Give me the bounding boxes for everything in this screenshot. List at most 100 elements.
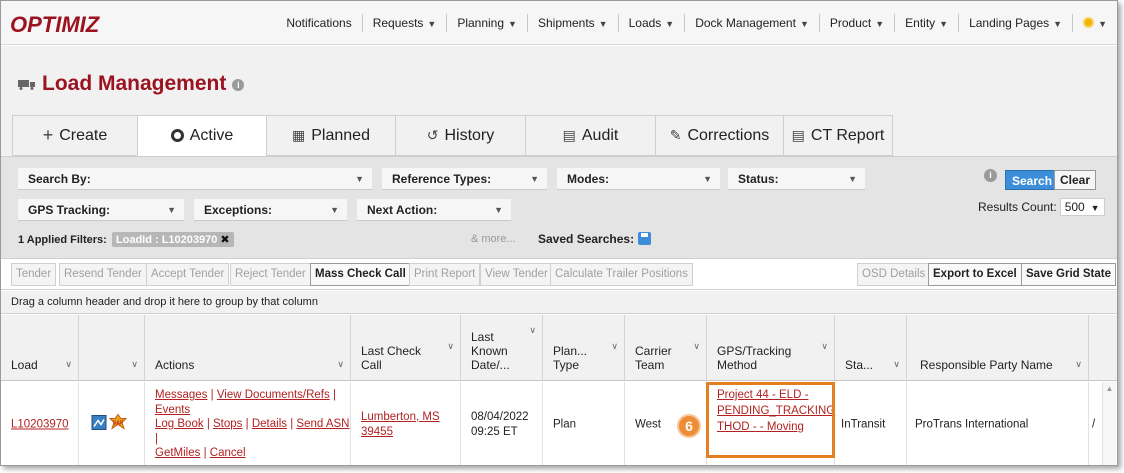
chevron-down-icon[interactable]: ∨: [529, 325, 536, 336]
tab-create[interactable]: + Create: [12, 115, 137, 156]
stops-link[interactable]: Stops: [213, 418, 242, 430]
step-badge: 6: [677, 414, 701, 438]
nav-requests[interactable]: Requests ▼: [361, 14, 447, 32]
print-report-button[interactable]: Print Report: [409, 263, 481, 286]
filter-chip[interactable]: LoadId : L10203970 ✖: [111, 232, 234, 247]
status-select[interactable]: Status: ▼: [728, 168, 865, 190]
reject-tender-button[interactable]: Reject Tender: [230, 263, 311, 286]
modes-select[interactable]: Modes: ▼: [557, 168, 720, 190]
tab-corrections[interactable]: ✎ Corrections: [655, 115, 783, 156]
info-icon[interactable]: i: [232, 79, 245, 91]
applied-filters: 1 Applied Filters: LoadId : L10203970 ✖: [18, 232, 234, 247]
chevron-down-icon[interactable]: ∨: [693, 341, 700, 352]
nav-product[interactable]: Product ▼: [818, 14, 894, 32]
chevron-down-icon[interactable]: ∨: [131, 359, 138, 370]
separator: |: [155, 432, 158, 445]
saved-searches-label: Saved Searches:: [538, 232, 635, 246]
reference-types-select[interactable]: Reference Types: ▼: [382, 168, 547, 190]
col-plan-type[interactable]: Plan... Type ∨: [543, 315, 625, 380]
table-row[interactable]: L10203970 SAF Messages | View Documents/…: [1, 382, 1117, 465]
tab-history[interactable]: ↺ History: [395, 115, 525, 156]
save-icon[interactable]: [638, 232, 652, 245]
tab-audit[interactable]: ▤ Audit: [525, 115, 655, 156]
nav-entity[interactable]: Entity ▼: [894, 14, 958, 32]
col-responsible-party[interactable]: Responsible Party Name ∨: [907, 315, 1089, 380]
col-last-check-call[interactable]: Last Check Call ∨: [351, 315, 461, 380]
tab-planned[interactable]: ▦ Planned: [266, 115, 395, 156]
last-check-call-link[interactable]: Lumberton, MS 39455: [361, 411, 440, 438]
separator: |: [245, 418, 249, 430]
tab-ct-report[interactable]: ▤ CT Report: [783, 115, 893, 156]
col-gps-method[interactable]: GPS/Tracking Method ∨: [707, 315, 835, 380]
chevron-down-icon[interactable]: ∨: [447, 341, 454, 352]
more-filters-link[interactable]: & more...: [471, 233, 516, 245]
col-icons[interactable]: ∨: [79, 315, 145, 380]
nav-dock-management[interactable]: Dock Management ▼: [684, 14, 819, 32]
gps-tracking-select[interactable]: GPS Tracking: ▼: [18, 199, 184, 221]
overflow-text: /: [1092, 418, 1096, 430]
chevron-down-icon[interactable]: ∨: [1075, 359, 1082, 370]
log-book-link[interactable]: Log Book: [155, 418, 204, 430]
time-line: 09:25 ET: [471, 425, 518, 438]
tab-active[interactable]: Active: [137, 115, 266, 156]
nav-settings[interactable]: ▼: [1072, 14, 1117, 32]
col-last-known[interactable]: Last Known Date/... ∨: [461, 315, 543, 380]
send-asn-link[interactable]: Send ASN: [296, 418, 349, 430]
nav-menu: Notifications Requests ▼ Planning ▼ Shipme…: [276, 1, 1117, 45]
events-link[interactable]: Events: [155, 404, 190, 416]
close-icon[interactable]: ✖: [220, 234, 229, 246]
results-count-select[interactable]: 500 ▼: [1059, 198, 1105, 216]
nav-notifications[interactable]: Notifications: [276, 14, 361, 32]
chevron-down-icon[interactable]: ∨: [337, 359, 344, 370]
search-by-select[interactable]: Search By: ▼: [18, 168, 372, 190]
tab-label: CT Report: [810, 126, 885, 144]
chevron-down-icon[interactable]: ∨: [611, 341, 618, 352]
scrollbar[interactable]: ▲: [1102, 382, 1116, 465]
save-grid-state-button[interactable]: Save Grid State: [1021, 263, 1117, 286]
chevron-down-icon[interactable]: ∨: [893, 359, 900, 370]
details-link[interactable]: Details: [252, 418, 287, 430]
view-tender-button[interactable]: View Tender: [480, 263, 553, 286]
col-overflow: [1089, 315, 1103, 380]
col-load[interactable]: Load ∨: [1, 315, 79, 380]
col-load-label: Load: [11, 358, 38, 372]
resend-tender-button[interactable]: Resend Tender: [59, 263, 147, 286]
gear-icon: [1083, 17, 1095, 28]
col-carrier-team[interactable]: Carrier Team ∨: [625, 315, 707, 380]
get-miles-link[interactable]: GetMiles: [155, 447, 200, 459]
info-icon[interactable]: i: [984, 169, 997, 182]
next-action-select[interactable]: Next Action: ▼: [357, 199, 511, 221]
nav-shipments[interactable]: Shipments ▼: [526, 14, 618, 32]
osd-details-button[interactable]: OSD Details: [857, 263, 931, 286]
map-icon[interactable]: SAF: [91, 413, 128, 431]
exceptions-select[interactable]: Exceptions: ▼: [194, 199, 347, 221]
search-button[interactable]: Search: [1005, 170, 1060, 190]
tender-button[interactable]: Tender: [11, 263, 57, 286]
col-actions[interactable]: Actions ∨: [145, 315, 351, 380]
export-excel-button[interactable]: Export to Excel: [928, 263, 1022, 286]
mass-check-call-button[interactable]: Mass Check Call: [310, 263, 411, 286]
plus-icon: +: [42, 125, 54, 145]
brand-logo[interactable]: OPTIMIZ: [10, 12, 99, 38]
nav-planning[interactable]: Planning ▼: [446, 14, 527, 32]
top-nav: OPTIMIZ Notifications Requests ▼ Planning…: [1, 1, 1117, 45]
nav-landing-pages[interactable]: Landing Pages ▼: [958, 14, 1072, 32]
nav-loads[interactable]: Loads ▼: [617, 14, 685, 32]
caret-down-icon: ▼: [703, 174, 712, 184]
group-drop-zone[interactable]: Drag a column header and drop it here to…: [1, 291, 1117, 314]
page-header: Load Management i: [1, 46, 1117, 108]
scroll-up-icon[interactable]: ▲: [1106, 384, 1114, 393]
accept-tender-button[interactable]: Accept Tender: [146, 263, 230, 286]
cancel-link[interactable]: Cancel: [210, 447, 246, 459]
calculate-trailer-positions-button[interactable]: Calculate Trailer Positions: [550, 263, 693, 286]
load-link[interactable]: L10203970: [11, 418, 69, 430]
clear-button[interactable]: Clear: [1054, 170, 1097, 190]
chevron-down-icon[interactable]: ∨: [821, 341, 828, 352]
col-status[interactable]: Sta... ∨: [835, 315, 907, 380]
view-documents-link[interactable]: View Documents/Refs: [217, 389, 330, 401]
caret-down-icon: ▼: [330, 205, 339, 215]
chevron-down-icon[interactable]: ∨: [65, 359, 72, 370]
caret-down-icon: ▼: [1098, 19, 1107, 29]
calendar-icon: ▦: [292, 127, 306, 143]
messages-link[interactable]: Messages: [155, 389, 207, 401]
